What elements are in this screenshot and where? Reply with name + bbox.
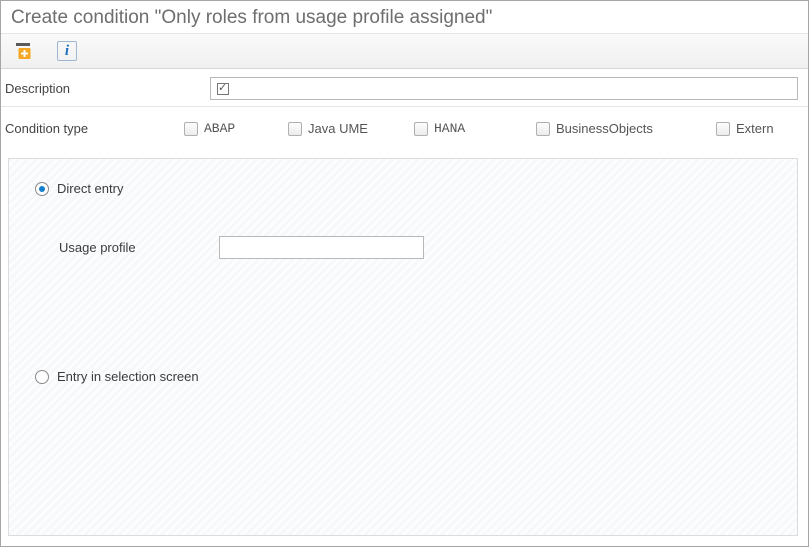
checkbox-icon [536, 122, 550, 136]
selection-screen-label: Entry in selection screen [57, 369, 199, 384]
direct-entry-radio[interactable]: Direct entry [35, 181, 771, 196]
add-rule-icon [14, 41, 34, 61]
description-field[interactable] [210, 77, 798, 100]
entry-panel-area: Direct entry Usage profile Entry in sele… [1, 150, 808, 546]
description-check-icon [217, 83, 229, 95]
condition-type-java_ume-checkbox[interactable]: Java UME [288, 121, 414, 136]
info-icon: i [65, 44, 69, 59]
radio-icon [35, 370, 49, 384]
checkbox-icon [184, 122, 198, 136]
direct-entry-label: Direct entry [57, 181, 123, 196]
checkbox-icon [716, 122, 730, 136]
description-row: Description [1, 69, 808, 106]
condition-type-abap-checkbox[interactable]: ABAP [184, 121, 288, 136]
usage-profile-label: Usage profile [59, 240, 219, 255]
radio-selected-dot [39, 186, 45, 192]
condition-type-hana-label: HANA [434, 121, 465, 136]
add-rule-button[interactable] [13, 40, 35, 62]
description-label: Description [5, 81, 210, 96]
condition-type-business_objects-label: BusinessObjects [556, 121, 653, 136]
condition-type-hana-checkbox[interactable]: HANA [414, 121, 536, 136]
info-button[interactable]: i [57, 41, 77, 61]
entry-panel: Direct entry Usage profile Entry in sele… [8, 158, 798, 536]
page-title: Create condition "Only roles from usage … [1, 1, 808, 33]
create-condition-window: Create condition "Only roles from usage … [0, 0, 809, 547]
radio-icon [35, 182, 49, 196]
selection-screen-radio[interactable]: Entry in selection screen [35, 369, 771, 384]
condition-type-row: Condition type ABAP Java UME HANA BusinessO… [1, 107, 808, 150]
checkbox-icon [414, 122, 428, 136]
usage-profile-input[interactable] [219, 236, 424, 259]
toolbar: i [1, 33, 808, 69]
condition-type-abap-label: ABAP [204, 121, 235, 136]
condition-type-extern-label: Extern [736, 121, 774, 136]
usage-profile-row: Usage profile [59, 236, 771, 259]
condition-type-options: ABAP Java UME HANA BusinessObjects Extern [184, 121, 796, 136]
condition-type-label: Condition type [5, 121, 184, 136]
condition-type-business_objects-checkbox[interactable]: BusinessObjects [536, 121, 716, 136]
condition-type-java_ume-label: Java UME [308, 121, 368, 136]
checkbox-icon [288, 122, 302, 136]
condition-type-extern-checkbox[interactable]: Extern [716, 121, 796, 136]
